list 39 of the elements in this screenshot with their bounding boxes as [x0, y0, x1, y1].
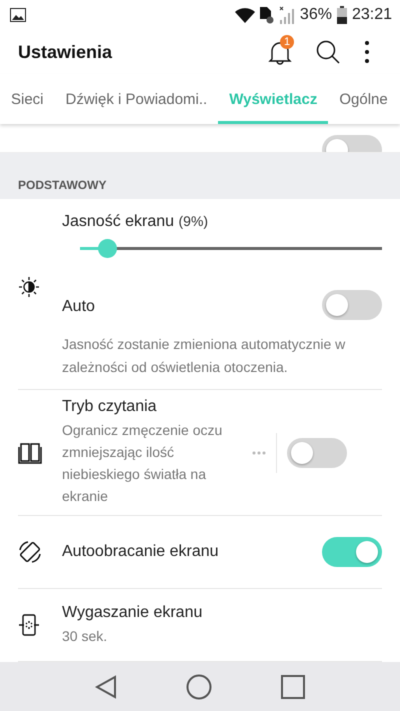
home-button[interactable] [186, 674, 212, 700]
tab[interactable]: Dźwięk i Powiadomi.. [54, 74, 218, 124]
toggle-switch[interactable] [322, 537, 382, 567]
ellipsis-icon [252, 450, 266, 454]
tab[interactable]: Sieci [0, 74, 55, 124]
toggle-switch[interactable] [287, 438, 347, 468]
notification-badge: 1 [280, 35, 294, 49]
wifi-icon [234, 7, 255, 23]
back-button[interactable] [94, 674, 117, 698]
setting-subtitle: Ogranicz zmęczenie oczu zmniejszając ilość niebieskiego światła na ekranie [62, 421, 224, 506]
setting-description: Jasność zostanie zmieniona automatycznie w zależności od oświetlenia otoczenia. [62, 335, 346, 377]
setting-title: Tryb czytania [62, 398, 158, 416]
brightness-icon [18, 276, 40, 298]
back-icon [94, 674, 117, 698]
image-icon [10, 8, 26, 22]
setting-title: Auto [62, 298, 95, 315]
sim-card-icon [260, 6, 274, 24]
signal-icon [278, 6, 295, 24]
brightness-label: Jasność ekranu [62, 213, 174, 230]
setting-title: Autoobracanie ekranu [62, 543, 220, 561]
app-title: Ustawienia [18, 42, 114, 62]
clock: 23:21 [352, 6, 392, 24]
more-icon [365, 41, 369, 63]
search-icon [315, 39, 341, 65]
battery-percent: 36% [300, 6, 332, 24]
setting-title: Wygaszanie ekranu [62, 604, 204, 622]
battery-icon [336, 6, 347, 24]
screen-timeout-icon [18, 613, 40, 637]
setting-subtitle: 30 sek. [62, 626, 108, 646]
recents-icon [281, 674, 306, 698]
rotate-icon [18, 540, 42, 564]
book-icon [18, 442, 42, 464]
recents-button[interactable] [281, 674, 306, 698]
slider-thumb[interactable] [98, 239, 118, 258]
toggle-switch[interactable] [322, 290, 382, 320]
tab[interactable]: Ogólne [328, 74, 399, 124]
section-header: PODSTAWOWY [0, 152, 400, 199]
brightness-reading: (9%) [178, 213, 208, 229]
home-icon [186, 674, 212, 700]
